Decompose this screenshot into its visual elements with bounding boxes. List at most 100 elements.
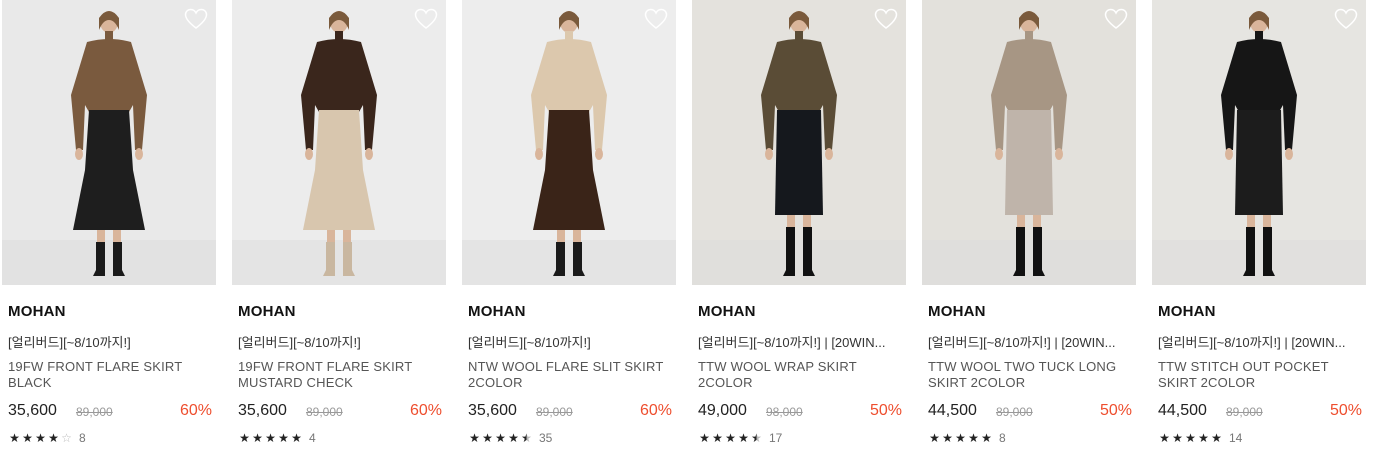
star-filled-icon: ★ bbox=[1185, 431, 1196, 445]
model-leg-left bbox=[1017, 215, 1025, 229]
product-name[interactable]: 19FW FRONT FLARE SKIRT BLACK bbox=[8, 359, 208, 391]
product-image[interactable] bbox=[462, 0, 676, 285]
wishlist-heart-shape bbox=[1104, 8, 1128, 29]
brand-name[interactable]: MOHAN bbox=[468, 303, 526, 320]
promo-tag: [얼리버드][~8/10까지!] | [20WIN... bbox=[928, 335, 1116, 350]
model-hand-left bbox=[995, 148, 1003, 160]
original-price: 89,000 bbox=[306, 405, 343, 419]
review-count: 4 bbox=[309, 431, 316, 445]
original-price: 89,000 bbox=[996, 405, 1033, 419]
star-filled-icon: ★ bbox=[35, 431, 46, 445]
star-filled-icon: ★ bbox=[699, 431, 710, 445]
brand-name[interactable]: MOHAN bbox=[238, 303, 296, 320]
star-filled-icon: ★ bbox=[942, 431, 953, 445]
model-skirt bbox=[1235, 110, 1283, 215]
star-rating: ★ ★ ★ ★ ★ 14 bbox=[1158, 431, 1242, 445]
product-card[interactable]: MOHAN [얼리버드][~8/10까지!] 19FW FRONT FLARE SK… bbox=[0, 0, 216, 460]
wishlist-heart-shape bbox=[644, 8, 668, 29]
product-image[interactable] bbox=[922, 0, 1136, 285]
product-image[interactable] bbox=[692, 0, 906, 285]
product-card[interactable]: MOHAN [얼리버드][~8/10까지!] 19FW FRONT FLARE SK… bbox=[230, 0, 446, 460]
sale-price: 35,600 bbox=[468, 402, 517, 419]
star-rating: ★ ★ ★ ★ ★ 4 bbox=[238, 431, 316, 445]
brand-name[interactable]: MOHAN bbox=[8, 303, 66, 320]
photo-floor bbox=[462, 240, 676, 285]
product-image[interactable] bbox=[232, 0, 446, 285]
discount-rate: 50% bbox=[869, 402, 902, 419]
wishlist-heart-shape bbox=[874, 8, 898, 29]
product-card[interactable]: MOHAN [얼리버드][~8/10까지!] | [20WIN... TTW WOO… bbox=[690, 0, 906, 460]
heart-outline-icon[interactable] bbox=[184, 8, 208, 30]
star-filled-icon: ★ bbox=[955, 431, 966, 445]
model-hand-right bbox=[365, 148, 373, 160]
discount-rate: 60% bbox=[409, 402, 442, 419]
promo-tag: [얼리버드][~8/10까지!] bbox=[8, 335, 131, 350]
model-hand-left bbox=[1225, 148, 1233, 160]
star-filled-icon: ★ bbox=[252, 431, 263, 445]
review-count: 8 bbox=[999, 431, 1006, 445]
heart-outline-icon[interactable] bbox=[1104, 8, 1128, 30]
star-filled-icon: ★ bbox=[1159, 431, 1170, 445]
product-name[interactable]: TTW STITCH OUT POCKET SKIRT 2COLOR bbox=[1158, 359, 1358, 391]
heart-outline-icon[interactable] bbox=[1334, 8, 1358, 30]
model-hand-right bbox=[1055, 148, 1063, 160]
star-filled-icon: ★ bbox=[508, 431, 519, 445]
sale-price: 49,000 bbox=[698, 402, 747, 419]
heart-outline-icon[interactable] bbox=[874, 8, 898, 30]
star-filled-icon: ★ bbox=[1172, 431, 1183, 445]
product-photo bbox=[232, 0, 446, 285]
product-photo bbox=[692, 0, 906, 285]
model-leg-right bbox=[1263, 215, 1271, 229]
model-leg-right bbox=[113, 230, 121, 244]
star-filled-icon: ★ bbox=[22, 431, 33, 445]
star-rating: ★ ★ ★ ★ ★ 17 bbox=[698, 431, 782, 445]
product-photo bbox=[2, 0, 216, 285]
model-hand-left bbox=[75, 148, 83, 160]
discount-rate: 60% bbox=[639, 402, 672, 419]
star-filled-icon: ★ bbox=[239, 431, 250, 445]
product-image[interactable] bbox=[1152, 0, 1366, 285]
brand-name[interactable]: MOHAN bbox=[1158, 303, 1216, 320]
product-name[interactable]: TTW WOOL WRAP SKIRT 2COLOR bbox=[698, 359, 898, 391]
star-filled-icon: ★ bbox=[278, 431, 289, 445]
promo-tag: [얼리버드][~8/10까지!] | [20WIN... bbox=[698, 335, 886, 350]
product-photo bbox=[462, 0, 676, 285]
sale-price: 35,600 bbox=[8, 402, 57, 419]
heart-outline-icon[interactable] bbox=[414, 8, 438, 30]
star-half-icon: ★ bbox=[751, 431, 762, 445]
wishlist-heart-shape bbox=[414, 8, 438, 29]
product-name[interactable]: TTW WOOL TWO TUCK LONG SKIRT 2COLOR bbox=[928, 359, 1128, 391]
product-name[interactable]: 19FW FRONT FLARE SKIRT MUSTARD CHECK bbox=[238, 359, 438, 391]
original-price: 89,000 bbox=[536, 405, 573, 419]
star-half-icon: ★ bbox=[521, 431, 532, 445]
product-photo bbox=[922, 0, 1136, 285]
product-image[interactable] bbox=[2, 0, 216, 285]
wishlist-heart-shape bbox=[1334, 8, 1358, 29]
product-card[interactable]: MOHAN [얼리버드][~8/10까지!] NTW WOOL FLARE SLIT… bbox=[460, 0, 676, 460]
star-empty-icon: ☆ bbox=[61, 431, 72, 445]
model-hand-left bbox=[765, 148, 773, 160]
product-card[interactable]: MOHAN [얼리버드][~8/10까지!] | [20WIN... TTW STI… bbox=[1150, 0, 1366, 460]
photo-floor bbox=[2, 240, 216, 285]
wishlist-heart-shape bbox=[184, 8, 208, 29]
product-name[interactable]: NTW WOOL FLARE SLIT SKIRT 2COLOR bbox=[468, 359, 668, 391]
sale-price: 44,500 bbox=[1158, 402, 1207, 419]
heart-outline-icon[interactable] bbox=[644, 8, 668, 30]
model-leg-left bbox=[787, 215, 795, 229]
brand-name[interactable]: MOHAN bbox=[928, 303, 986, 320]
original-price: 89,000 bbox=[1226, 405, 1263, 419]
product-card[interactable]: MOHAN [얼리버드][~8/10까지!] | [20WIN... TTW WOO… bbox=[920, 0, 1136, 460]
sale-price: 35,600 bbox=[238, 402, 287, 419]
model-leg-right bbox=[573, 230, 581, 244]
photo-floor bbox=[692, 240, 906, 285]
model-leg-left bbox=[97, 230, 105, 244]
star-filled-icon: ★ bbox=[9, 431, 20, 445]
star-filled-icon: ★ bbox=[981, 431, 992, 445]
discount-rate: 60% bbox=[179, 402, 212, 419]
star-filled-icon: ★ bbox=[265, 431, 276, 445]
star-filled-icon: ★ bbox=[968, 431, 979, 445]
star-rating: ★ ★ ★ ★ ★ 8 bbox=[928, 431, 1006, 445]
star-rating: ★ ★ ★ ★ ★ 35 bbox=[468, 431, 552, 445]
model-hand-right bbox=[1285, 148, 1293, 160]
brand-name[interactable]: MOHAN bbox=[698, 303, 756, 320]
